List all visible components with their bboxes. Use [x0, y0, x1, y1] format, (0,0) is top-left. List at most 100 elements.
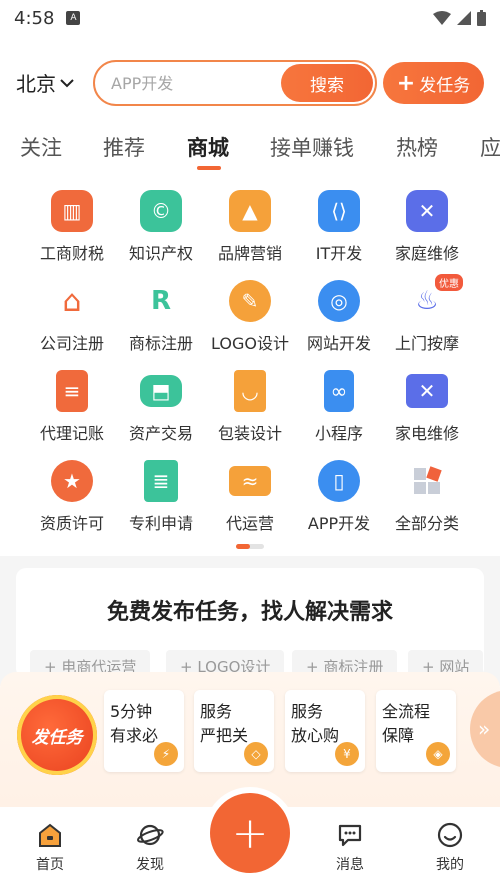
- grid-item-label: 上门按摩: [394, 334, 459, 353]
- post-task-label: 发任务: [419, 75, 471, 96]
- post-task-badge[interactable]: 发任务: [17, 695, 97, 775]
- tab-app[interactable]: 应: [480, 132, 500, 162]
- grid-item-brand-marketing[interactable]: ▲ 品牌营销: [206, 190, 294, 280]
- trademark-icon: R: [150, 286, 172, 316]
- header: 北京 搜索 + 发任务: [0, 56, 500, 108]
- yen-icon: ¥: [335, 742, 359, 766]
- nav-label: 发现: [136, 857, 164, 873]
- grid-item-website-dev[interactable]: ◎ 网站开发: [295, 280, 383, 370]
- chart-icon: ▲: [229, 190, 271, 232]
- grid-item-label: 代理记账: [39, 424, 104, 443]
- active-tab-indicator: [197, 166, 221, 170]
- grid-item-business-tax[interactable]: ▥ 工商财税: [28, 190, 116, 280]
- status-indicators: [433, 10, 486, 26]
- grid-item-bookkeeping[interactable]: ≡ 代理记账: [28, 370, 116, 460]
- chevron-down-icon: [60, 78, 74, 87]
- grid-item-label: 品牌营销: [217, 244, 282, 263]
- grid-item-qualification[interactable]: ★ 资质许可: [28, 460, 116, 550]
- grid-item-mini-program[interactable]: ∞ 小程序: [295, 370, 383, 460]
- feature-card: 5分钟 有求必 ⚡: [104, 690, 184, 772]
- grid-item-logo-design[interactable]: ✎ LOGO设计: [206, 280, 294, 370]
- category-tabs: 关注 推荐 商城 接单赚钱 热榜 应: [0, 124, 500, 174]
- grid-item-asset-trading[interactable]: ⬒ 资产交易: [117, 370, 205, 460]
- grid-item-app-dev[interactable]: ▯ APP开发: [295, 460, 383, 550]
- grid-item-trademark[interactable]: R 商标注册: [117, 280, 205, 370]
- feature-text: 全流程 保障: [382, 702, 431, 745]
- promo-card: 免费发布任务，找人解决需求 + 电商代运营 + LOGO设计 + 商标注册 + …: [16, 568, 484, 682]
- grid-item-label: 家庭维修: [394, 244, 459, 263]
- grid-item-massage[interactable]: ♨ 优惠 上门按摩: [383, 274, 471, 370]
- nav-label: 首页: [36, 857, 64, 873]
- grid-item-label: 专利申请: [128, 514, 193, 533]
- grid-item-company-registration[interactable]: ⌂ 公司注册: [28, 280, 116, 370]
- grid-item-ip[interactable]: © 知识产权: [117, 190, 205, 280]
- grid-item-label: APP开发: [307, 514, 371, 533]
- grid-item-label: 资产交易: [128, 424, 193, 443]
- shield-icon: ◈: [426, 742, 450, 766]
- grid-item-home-repair[interactable]: ✕ 家庭维修: [383, 190, 471, 280]
- grid-item-operation[interactable]: ≈ 代运营: [206, 460, 294, 550]
- asset-icon: ⬒: [140, 375, 182, 407]
- tab-earn[interactable]: 接单赚钱: [270, 132, 354, 162]
- grid-item-all-categories[interactable]: 全部分类: [383, 460, 471, 550]
- profile-icon: [435, 820, 465, 850]
- promo-title: 免费发布任务，找人解决需求: [106, 600, 393, 625]
- status-time: 4:58: [14, 7, 55, 29]
- grid-item-label: 全部分类: [394, 514, 459, 533]
- grid-item-it-dev[interactable]: ⟨⟩ IT开发: [295, 190, 383, 280]
- planet-icon: [135, 820, 165, 850]
- feature-card: 服务 放心购 ¥: [285, 690, 365, 772]
- nav-label: 消息: [336, 857, 364, 873]
- tab-recommend[interactable]: 推荐: [103, 132, 145, 162]
- post-task-button[interactable]: + 发任务: [383, 62, 484, 104]
- page-indicator-active: [236, 544, 250, 549]
- miniapp-icon: ∞: [324, 370, 354, 412]
- store-icon: ≈: [229, 466, 271, 496]
- patent-icon: ≣: [144, 460, 178, 502]
- notification-icon: A: [66, 11, 81, 25]
- grid-item-label: IT开发: [315, 244, 363, 263]
- home-icon: [35, 820, 65, 850]
- grid-item-packaging-design[interactable]: ◡ 包装设计: [206, 370, 294, 460]
- grid-item-label: 包装设计: [217, 424, 282, 443]
- grid-item-appliance-repair[interactable]: ✕ 家电维修: [383, 370, 471, 460]
- house-icon: ⌂: [62, 283, 82, 319]
- chat-icon: [335, 820, 365, 850]
- grid-item-label: 公司注册: [39, 334, 104, 353]
- nav-discover[interactable]: 发现: [120, 820, 180, 874]
- plus-icon: +: [396, 70, 416, 96]
- palette-icon: ✎: [229, 280, 271, 322]
- nav-home[interactable]: 首页: [20, 820, 80, 874]
- tab-hot[interactable]: 热榜: [396, 132, 438, 162]
- grid-item-label: 小程序: [314, 424, 363, 443]
- battery-icon: [477, 10, 486, 26]
- globe-icon: ◎: [318, 280, 360, 322]
- grid-item-label: 知识产权: [128, 244, 193, 263]
- grid-item-label: 家电维修: [394, 424, 459, 443]
- feature-text: 服务 严把关: [200, 702, 249, 745]
- tools-icon: ✕: [406, 190, 448, 232]
- search-input[interactable]: [111, 72, 281, 94]
- nav-label: 我的: [436, 857, 464, 873]
- grid-icon: [406, 460, 448, 502]
- add-task-fab[interactable]: +: [210, 793, 290, 873]
- city-selector[interactable]: 北京: [16, 68, 74, 97]
- lightning-icon: ⚡: [154, 742, 178, 766]
- grid-item-label: 网站开发: [306, 334, 371, 353]
- toolbox-icon: ✕: [406, 374, 448, 408]
- grid-item-label: 资质许可: [39, 514, 104, 533]
- phone-icon: ▯: [318, 460, 360, 502]
- clipboard-icon: ≡: [56, 370, 88, 412]
- status-bar: 4:58 A: [0, 0, 500, 36]
- medal-icon: ★: [51, 460, 93, 502]
- signal-icon: [457, 11, 471, 25]
- grid-item-patent[interactable]: ≣ 专利申请: [117, 460, 205, 550]
- search-bar: 搜索: [93, 60, 377, 106]
- city-label: 北京: [16, 72, 56, 96]
- tab-mall[interactable]: 商城: [187, 132, 229, 162]
- feature-text: 5分钟 有求必: [110, 702, 159, 745]
- tab-follow[interactable]: 关注: [20, 132, 62, 162]
- search-button[interactable]: 搜索: [281, 64, 373, 102]
- nav-profile[interactable]: 我的: [420, 820, 480, 874]
- nav-messages[interactable]: 消息: [320, 820, 380, 874]
